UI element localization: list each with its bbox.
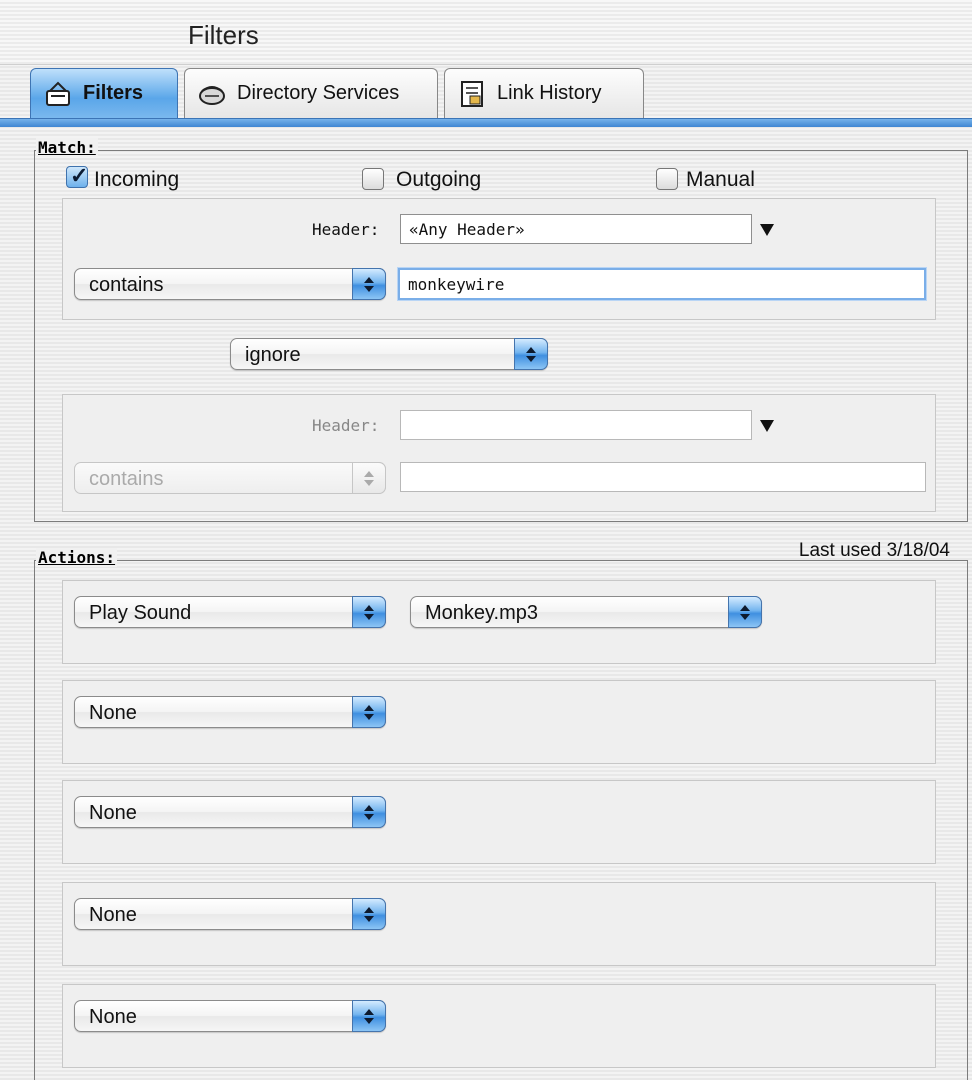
operator-2-value: contains [89, 468, 164, 490]
header-1-dropdown-icon[interactable] [760, 224, 774, 236]
outgoing-checkbox[interactable] [362, 168, 384, 190]
operator-1-value: contains [89, 274, 164, 296]
manual-checkbox[interactable] [656, 168, 678, 190]
manual-label: Manual [686, 168, 755, 191]
operator-1-popup[interactable]: contains [74, 268, 386, 300]
action-2-popup[interactable]: None [74, 696, 386, 728]
action-3-popup[interactable]: None [74, 796, 386, 828]
conjunction-value: ignore [245, 344, 301, 366]
action-1-value: Play Sound [89, 602, 192, 624]
popup-arrows-icon [352, 1000, 386, 1032]
action-1-parameter-value: Monkey.mp3 [425, 602, 539, 624]
filters-tab-icon [43, 79, 73, 109]
action-3-value: None [89, 802, 137, 824]
action-4-value: None [89, 904, 137, 926]
actions-group-title: Actions: [36, 548, 118, 567]
header-1-label: Header: [312, 220, 380, 239]
popup-arrows-icon [352, 696, 386, 728]
action-1-popup[interactable]: Play Sound [74, 596, 386, 628]
popup-arrows-icon [352, 796, 386, 828]
checkmark-icon: ✓ [70, 163, 89, 188]
tab-strip [0, 118, 972, 127]
window-title-bar: Filters [0, 0, 972, 65]
tab-filters-label: Filters [83, 82, 144, 104]
link-history-icon [457, 79, 487, 109]
tab-directory-services-label: Directory Services [237, 82, 400, 104]
header-2-dropdown-icon[interactable] [760, 420, 774, 432]
popup-arrows-icon [352, 596, 386, 628]
directory-services-icon [197, 79, 227, 109]
tab-link-history-label: Link History [497, 82, 602, 104]
popup-arrows-icon [352, 462, 386, 494]
conjunction-popup[interactable]: ignore [230, 338, 548, 370]
popup-arrows-icon [352, 268, 386, 300]
header-2-label: Header: [312, 416, 380, 435]
incoming-label: Incoming [94, 168, 180, 191]
header-1-field[interactable]: «Any Header» [400, 214, 752, 244]
action-4-popup[interactable]: None [74, 898, 386, 930]
popup-arrows-icon [352, 898, 386, 930]
incoming-checkbox[interactable]: ✓ [66, 163, 89, 188]
tab-link-history[interactable]: Link History [444, 68, 644, 118]
tab-filters[interactable]: Filters [30, 68, 178, 118]
action-2-value: None [89, 702, 137, 724]
value-2-field[interactable] [400, 462, 926, 492]
outgoing-label: Outgoing [396, 168, 482, 191]
value-1-field[interactable]: monkeywire [398, 268, 926, 300]
match-group-title: Match: [36, 138, 98, 157]
action-5-value: None [89, 1006, 137, 1028]
header-2-field[interactable] [400, 410, 752, 440]
operator-2-popup[interactable]: contains [74, 462, 386, 494]
action-1-parameter-popup[interactable]: Monkey.mp3 [410, 596, 762, 628]
action-5-popup[interactable]: None [74, 1000, 386, 1032]
window-title: Filters [188, 20, 259, 50]
popup-arrows-icon [728, 596, 762, 628]
popup-arrows-icon [514, 338, 548, 370]
tab-directory-services[interactable]: Directory Services [184, 68, 438, 118]
last-used-label: Last used 3/18/04 [798, 540, 950, 561]
